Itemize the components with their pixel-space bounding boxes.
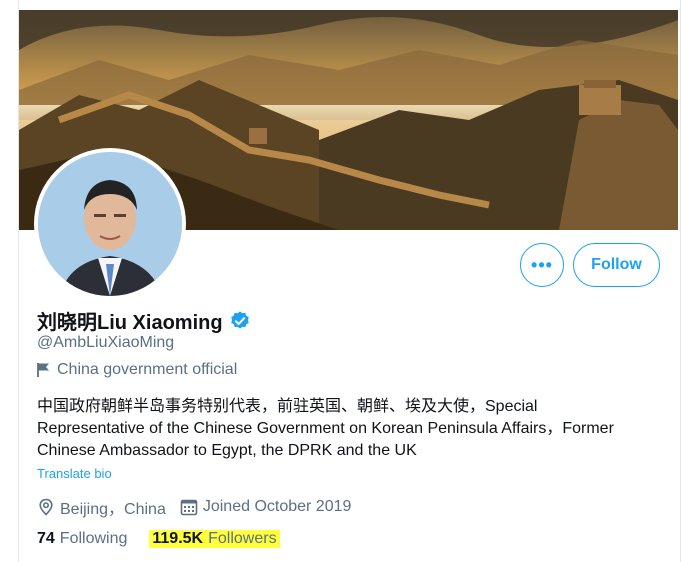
follow-stats: 74 Following 119.5K Followers [37, 530, 302, 548]
profile-meta: Beijing，China Joined October 2019 [37, 495, 365, 519]
location-pin-icon [39, 498, 53, 516]
followers-link[interactable]: 119.5K Followers [149, 530, 280, 548]
verified-badge-icon [230, 310, 249, 329]
location-item: Beijing，China [37, 495, 166, 519]
follow-button[interactable]: Follow [573, 243, 660, 287]
account-label-text: China government official [57, 361, 238, 378]
followers-count: 119.5K [152, 530, 204, 547]
flag-icon [37, 363, 49, 377]
following-link[interactable]: 74 Following [37, 530, 127, 548]
account-label[interactable]: China government official [37, 361, 237, 379]
followers-label: Followers [208, 530, 277, 547]
more-dots-icon: ••• [531, 254, 553, 275]
avatar[interactable] [38, 152, 182, 296]
calendar-icon [180, 499, 198, 516]
following-count: 74 [37, 530, 55, 547]
avatar-border [34, 148, 186, 300]
translate-bio-link[interactable]: Translate bio [37, 466, 112, 481]
bio-text: 中国政府朝鲜半岛事务特别代表，前驻英国、朝鲜、埃及大使，Special Repr… [37, 398, 614, 459]
following-label: Following [59, 530, 128, 547]
location-text: Beijing，China [60, 501, 166, 518]
follow-button-label: Follow [591, 256, 642, 273]
user-handle: @AmbLiuXiaoMing [37, 334, 175, 351]
more-options-button[interactable]: ••• [520, 243, 564, 287]
joined-item: Joined October 2019 [180, 498, 352, 516]
display-name-row: 刘晓明Liu Xiaoming [37, 306, 251, 335]
joined-text: Joined October 2019 [202, 498, 352, 515]
display-name: 刘晓明Liu Xiaoming [37, 312, 223, 334]
